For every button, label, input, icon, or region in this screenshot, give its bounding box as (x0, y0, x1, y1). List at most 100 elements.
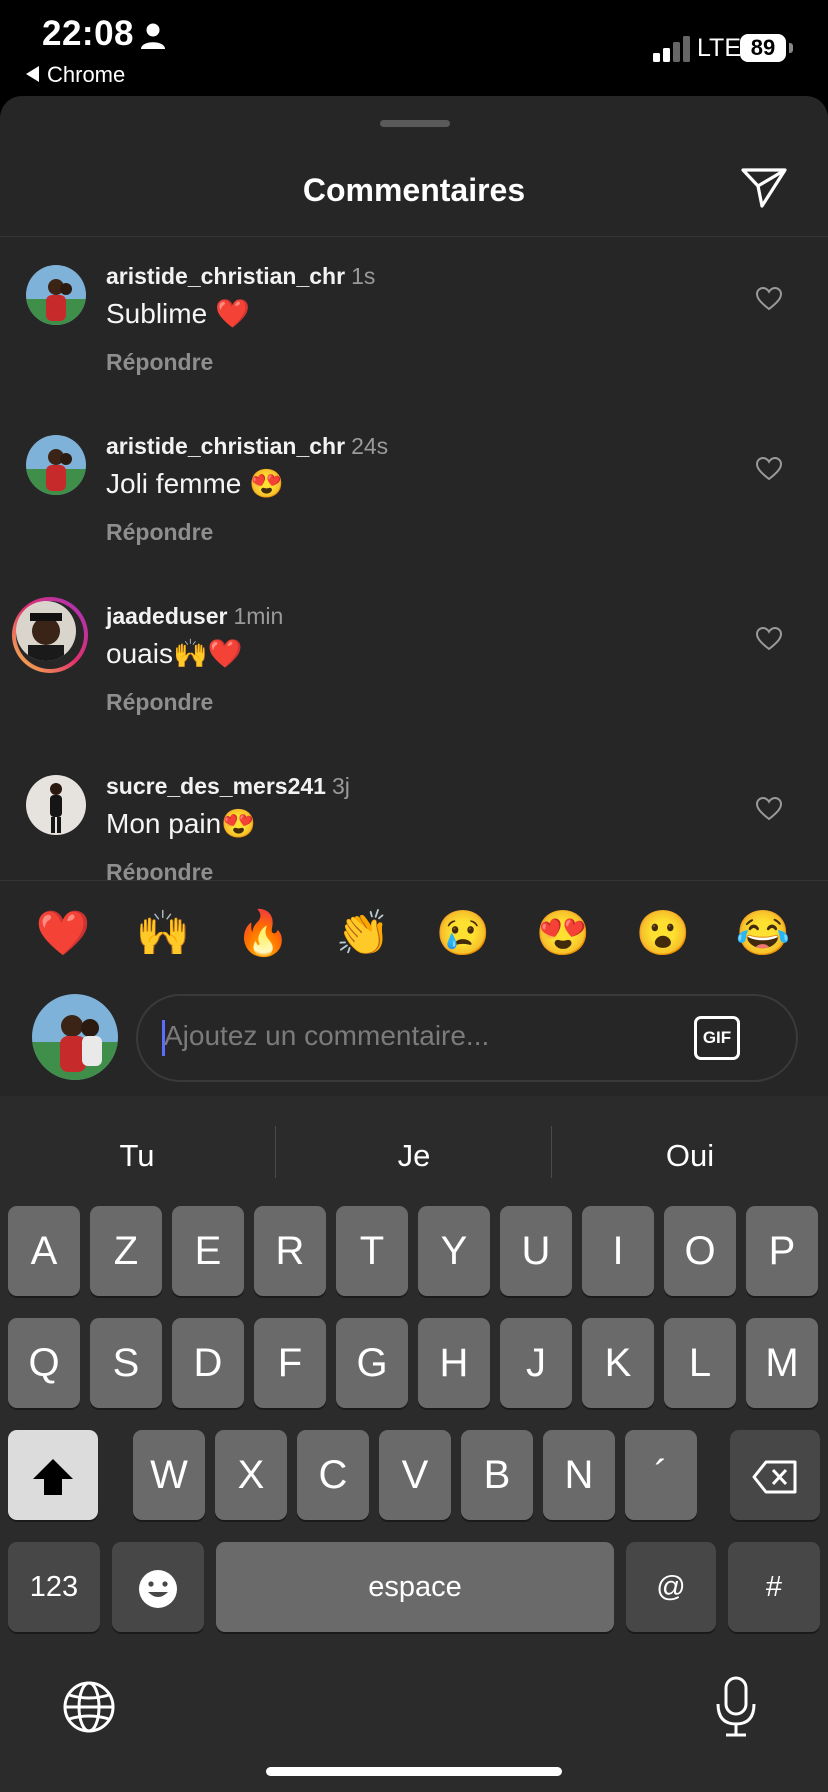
key-c[interactable]: C (297, 1430, 369, 1520)
like-heart-icon[interactable] (756, 797, 782, 821)
suggestion-1[interactable]: Tu (0, 1126, 274, 1186)
reply-button[interactable]: Répondre (106, 689, 213, 716)
suggestion-2[interactable]: Je (277, 1126, 551, 1186)
comment-item: sucre_des_mers241 3j Mon pain😍 Répondre (0, 747, 828, 880)
key-h[interactable]: H (418, 1318, 490, 1408)
avatar[interactable] (26, 775, 86, 835)
key-n[interactable]: N (543, 1430, 615, 1520)
comment-text: Sublime ❤️ (106, 298, 250, 329)
comment-item: jaadeduser 1min ouais🙌❤️ Répondre (0, 577, 828, 747)
suggestion-3[interactable]: Oui (553, 1126, 827, 1186)
avatar-photo (26, 435, 86, 495)
backspace-key[interactable] (730, 1430, 820, 1520)
space-key[interactable]: espace (216, 1542, 614, 1632)
like-heart-icon[interactable] (756, 287, 782, 311)
battery-cap (789, 43, 793, 53)
reply-button[interactable]: Répondre (106, 349, 213, 376)
avatar[interactable] (26, 265, 86, 325)
comment-input[interactable]: Ajoutez un commentaire... GIF (136, 994, 798, 1082)
reply-button[interactable]: Répondre (106, 859, 213, 880)
backspace-icon (752, 1460, 797, 1494)
key-g[interactable]: G (336, 1318, 408, 1408)
avatar-photo (16, 601, 76, 661)
key-z[interactable]: Z (90, 1206, 162, 1296)
like-heart-icon[interactable] (756, 457, 782, 481)
comment-username[interactable]: jaadeduser 1min (106, 603, 283, 630)
key-u[interactable]: U (500, 1206, 572, 1296)
comment-time: 24s (351, 433, 389, 459)
key-b[interactable]: B (461, 1430, 533, 1520)
person-icon (141, 23, 165, 49)
comment-item: aristide_christian_chr 1s Sublime ❤️ Répo… (0, 237, 828, 407)
send-icon[interactable] (740, 166, 788, 210)
network-type: LTE (697, 34, 741, 62)
back-app-label: Chrome (47, 62, 126, 87)
at-key[interactable]: @ (626, 1542, 716, 1632)
key-k[interactable]: K (582, 1318, 654, 1408)
key-w[interactable]: W (133, 1430, 205, 1520)
quick-emoji-laughing[interactable]: 😂 (733, 904, 793, 964)
key-p[interactable]: P (746, 1206, 818, 1296)
microphone-icon[interactable] (714, 1676, 758, 1738)
comment-text: ouais🙌❤️ (106, 638, 243, 669)
emoji-smiley-icon (139, 1570, 177, 1609)
reply-button[interactable]: Répondre (106, 519, 213, 546)
key-s[interactable]: S (90, 1318, 162, 1408)
status-bar: 22:08 Chrome LTE 89 (0, 0, 828, 96)
quick-emoji-clap[interactable]: 👏 (333, 904, 393, 964)
quick-emoji-crying[interactable]: 😢 (433, 904, 493, 964)
key-l[interactable]: L (664, 1318, 736, 1408)
comment-username[interactable]: aristide_christian_chr 24s (106, 433, 388, 460)
key-t[interactable]: T (336, 1206, 408, 1296)
comment-username[interactable]: aristide_christian_chr 1s (106, 263, 375, 290)
comments-sheet: Commentaires aristide_christian_chr 1s Su… (0, 96, 828, 1096)
key-d[interactable]: D (172, 1318, 244, 1408)
key-e[interactable]: E (172, 1206, 244, 1296)
sheet-title: Commentaires (302, 172, 526, 208)
key-r[interactable]: R (254, 1206, 326, 1296)
avatar-photo (26, 265, 86, 325)
key-q[interactable]: Q (8, 1318, 80, 1408)
comment-username[interactable]: sucre_des_mers241 3j (106, 773, 350, 800)
comment-text: Mon pain😍 (106, 808, 257, 839)
quick-emoji-fire[interactable]: 🔥 (233, 904, 293, 964)
key-i[interactable]: I (582, 1206, 654, 1296)
key-v[interactable]: V (379, 1430, 451, 1520)
comments-list[interactable]: aristide_christian_chr 1s Sublime ❤️ Répo… (0, 237, 828, 880)
emoji-key[interactable] (112, 1542, 204, 1632)
sheet-grabber[interactable] (380, 120, 450, 127)
home-indicator[interactable] (266, 1767, 562, 1776)
key-accent[interactable]: ´ (625, 1430, 697, 1520)
quick-emoji-raised-hands[interactable]: 🙌 (133, 904, 193, 964)
shift-arrow-icon (33, 1459, 73, 1496)
quick-emoji-heart[interactable]: ❤️ (33, 904, 93, 964)
avatar-story-ring[interactable] (12, 597, 88, 673)
hash-key[interactable]: # (728, 1542, 820, 1632)
my-avatar-photo (32, 994, 118, 1080)
comment-input-placeholder: Ajoutez un commentaire... (164, 1020, 490, 1051)
gif-button[interactable]: GIF (694, 1016, 740, 1060)
key-a[interactable]: A (8, 1206, 80, 1296)
numbers-key[interactable]: 123 (8, 1542, 100, 1632)
key-m[interactable]: M (746, 1318, 818, 1408)
back-to-app-link[interactable]: Chrome (26, 62, 125, 88)
avatar[interactable] (26, 435, 86, 495)
back-triangle-icon (26, 66, 39, 83)
quick-emoji-surprised[interactable]: 😮 (633, 904, 693, 964)
key-x[interactable]: X (215, 1430, 287, 1520)
shift-key[interactable] (8, 1430, 98, 1520)
like-heart-icon[interactable] (756, 627, 782, 651)
key-f[interactable]: F (254, 1318, 326, 1408)
comment-item: aristide_christian_chr 24s Joli femme 😍 R… (0, 407, 828, 577)
comment-time: 1min (233, 603, 284, 629)
battery-icon: 89 (740, 34, 786, 62)
signal-icon (653, 36, 690, 62)
quick-emoji-heart-eyes[interactable]: 😍 (533, 904, 593, 964)
key-j[interactable]: J (500, 1318, 572, 1408)
comment-text: Joli femme 😍 (106, 468, 285, 499)
key-o[interactable]: O (664, 1206, 736, 1296)
emoji-row-divider (0, 880, 828, 881)
globe-icon[interactable] (62, 1680, 116, 1734)
avatar-photo (26, 775, 86, 835)
key-y[interactable]: Y (418, 1206, 490, 1296)
